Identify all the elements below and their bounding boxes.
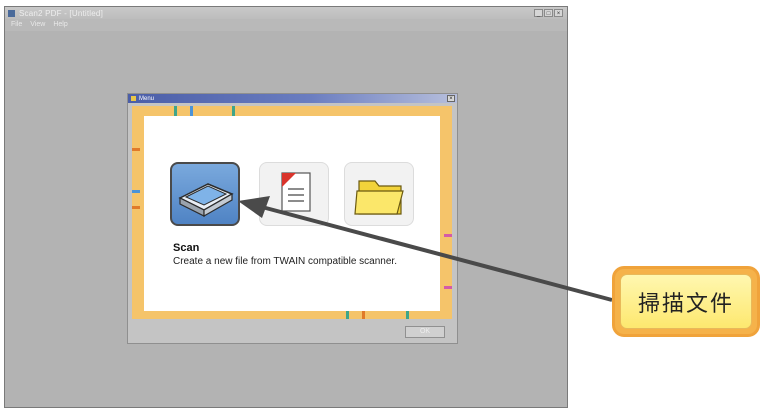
dialog-icon (131, 96, 136, 101)
callout-label: 掃描文件 (620, 274, 752, 329)
frame-tick (444, 286, 452, 289)
window-controls: _ □ × (534, 9, 563, 17)
menu-file[interactable]: File (11, 21, 22, 28)
scan-option[interactable] (170, 162, 240, 226)
dialog-close-button[interactable]: × (447, 95, 455, 102)
minimize-button[interactable]: _ (534, 9, 543, 17)
menu-help[interactable]: Help (53, 21, 67, 28)
app-window: Scan2 PDF - [Untitled] _ □ × File View H… (4, 6, 568, 408)
close-button[interactable]: × (554, 9, 563, 17)
options-panel: Scan Create a new file from TWAIN compat… (144, 116, 440, 311)
folder-icon (354, 180, 404, 215)
frame-tick (132, 206, 140, 209)
menu-view[interactable]: View (30, 21, 45, 28)
frame-tick (190, 106, 193, 116)
menu-dialog: Menu × Scan Create a new file from TWAIN… (127, 93, 458, 344)
decorative-frame: Scan Create a new file from TWAIN compat… (132, 106, 452, 319)
dialog-titlebar[interactable]: Menu (128, 94, 457, 103)
folder-option[interactable] (344, 162, 414, 226)
scanner-icon (178, 183, 234, 218)
frame-tick (444, 234, 452, 237)
frame-tick (174, 106, 177, 116)
callout-label-box: 掃描文件 (612, 266, 760, 337)
selected-option-title: Scan (173, 242, 200, 254)
app-titlebar[interactable]: Scan2 PDF - [Untitled] (5, 7, 567, 19)
maximize-button[interactable]: □ (544, 9, 553, 17)
app-title: Scan2 PDF - [Untitled] (19, 8, 103, 18)
ok-button[interactable]: OK (405, 326, 445, 338)
frame-tick (132, 190, 140, 193)
pdf-option[interactable] (259, 162, 329, 226)
app-icon (8, 9, 15, 17)
selected-option-description: Create a new file from TWAIN compatible … (173, 256, 397, 267)
pdf-document-icon (281, 172, 311, 212)
dialog-title: Menu (139, 95, 155, 102)
frame-tick (132, 148, 140, 151)
frame-tick (232, 106, 235, 116)
menu-bar: File View Help (5, 19, 567, 29)
